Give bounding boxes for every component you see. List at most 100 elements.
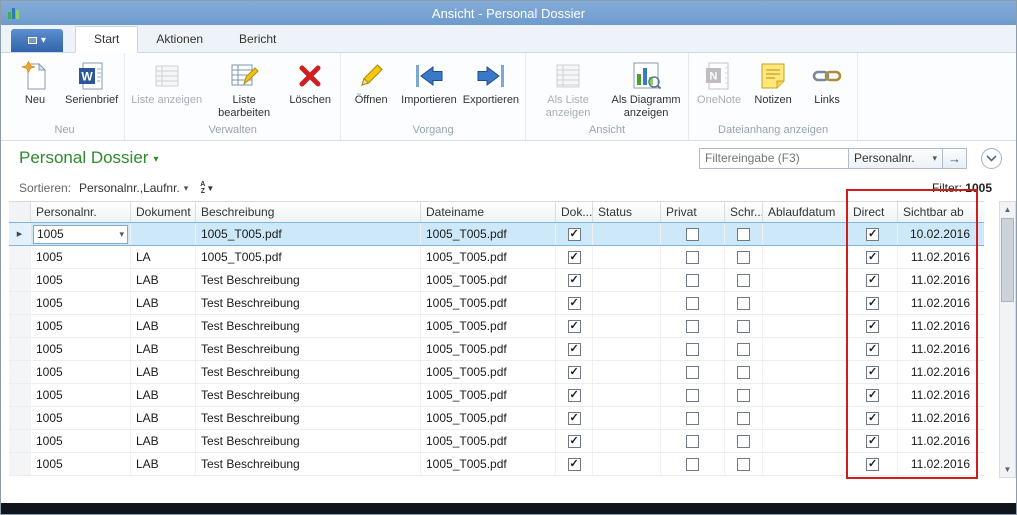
row-selector[interactable] <box>9 292 31 314</box>
privat-checkbox[interactable] <box>686 389 699 402</box>
row-selector[interactable] <box>9 384 31 406</box>
application-menu-button[interactable]: ▾ <box>11 29 63 52</box>
open-pencil-button[interactable]: Öffnen <box>344 57 398 107</box>
row-selector[interactable] <box>9 246 31 268</box>
schr-checkbox[interactable] <box>737 320 750 333</box>
table-row[interactable]: 1005LABTest Beschreibung1005_T005.pdf11.… <box>9 453 984 476</box>
schr-checkbox[interactable] <box>737 297 750 310</box>
row-selector-header[interactable] <box>9 202 31 222</box>
schr-checkbox[interactable] <box>737 343 750 356</box>
direct-checkbox[interactable] <box>866 320 879 333</box>
table-row[interactable]: 1005LABTest Beschreibung1005_T005.pdf11.… <box>9 338 984 361</box>
dok-checkbox[interactable] <box>568 228 581 241</box>
direct-checkbox[interactable] <box>866 458 879 471</box>
direct-checkbox[interactable] <box>866 228 879 241</box>
schr-checkbox[interactable] <box>737 435 750 448</box>
dok-checkbox[interactable] <box>568 251 581 264</box>
table-row[interactable]: 1005LABTest Beschreibung1005_T005.pdf11.… <box>9 292 984 315</box>
dok-checkbox[interactable] <box>568 435 581 448</box>
column-header[interactable]: Personalnr. <box>31 202 131 222</box>
personalnr-combobox[interactable]: 1005▾ <box>33 225 128 244</box>
privat-checkbox[interactable] <box>686 458 699 471</box>
table-row[interactable]: 1005LABTest Beschreibung1005_T005.pdf11.… <box>9 384 984 407</box>
privat-checkbox[interactable] <box>686 435 699 448</box>
row-selector[interactable] <box>9 315 31 337</box>
direct-checkbox[interactable] <box>866 435 879 448</box>
privat-checkbox[interactable] <box>686 297 699 310</box>
dok-checkbox[interactable] <box>568 274 581 287</box>
row-selector[interactable] <box>9 407 31 429</box>
direct-checkbox[interactable] <box>866 297 879 310</box>
sort-az-icon[interactable]: AZ ▼ <box>200 181 214 195</box>
export-arrow-button[interactable]: Exportieren <box>460 57 522 107</box>
table-row[interactable]: 1005LA1005_T005.pdf1005_T005.pdf11.02.20… <box>9 246 984 269</box>
privat-checkbox[interactable] <box>686 412 699 425</box>
direct-checkbox[interactable] <box>866 251 879 264</box>
privat-checkbox[interactable] <box>686 366 699 379</box>
schr-checkbox[interactable] <box>737 228 750 241</box>
tab-start[interactable]: Start <box>75 26 138 53</box>
dok-checkbox[interactable] <box>568 366 581 379</box>
dok-checkbox[interactable] <box>568 343 581 356</box>
schr-checkbox[interactable] <box>737 274 750 287</box>
tab-aktionen[interactable]: Aktionen <box>138 27 221 52</box>
table-row[interactable]: 1005LABTest Beschreibung1005_T005.pdf11.… <box>9 407 984 430</box>
column-header[interactable]: Schr... <box>725 202 763 222</box>
import-arrow-button[interactable]: Importieren <box>398 57 460 107</box>
apply-filter-button[interactable]: → <box>943 148 967 169</box>
dok-checkbox[interactable] <box>568 412 581 425</box>
column-header[interactable]: Sichtbar ab <box>898 202 978 222</box>
row-selector[interactable] <box>9 430 31 452</box>
scroll-up-icon[interactable]: ▲ <box>1000 202 1015 217</box>
table-row[interactable]: 1005LABTest Beschreibung1005_T005.pdf11.… <box>9 315 984 338</box>
column-header[interactable]: Privat <box>661 202 725 222</box>
column-header[interactable]: Beschreibung <box>196 202 421 222</box>
privat-checkbox[interactable] <box>686 320 699 333</box>
schr-checkbox[interactable] <box>737 251 750 264</box>
row-selector[interactable] <box>9 269 31 291</box>
column-header[interactable]: Dokument ... <box>131 202 196 222</box>
privat-checkbox[interactable] <box>686 274 699 287</box>
table-row[interactable]: ▶1005▾1005_T005.pdf1005_T005.pdf10.02.20… <box>9 222 984 246</box>
column-header[interactable]: Dateiname <box>421 202 556 222</box>
sort-field-dropdown[interactable]: Personalnr.,Laufnr. ▾ <box>79 181 188 195</box>
table-row[interactable]: 1005LABTest Beschreibung1005_T005.pdf11.… <box>9 361 984 384</box>
vertical-scrollbar[interactable]: ▲ ▼ <box>999 201 1016 478</box>
dok-checkbox[interactable] <box>568 458 581 471</box>
word-mailmerge-button[interactable]: WSerienbrief <box>62 57 121 107</box>
column-header[interactable]: Status <box>593 202 661 222</box>
column-header[interactable]: Direct <box>848 202 898 222</box>
dok-checkbox[interactable] <box>568 297 581 310</box>
row-selector[interactable] <box>9 338 31 360</box>
row-selector[interactable]: ▶ <box>9 223 31 245</box>
schr-checkbox[interactable] <box>737 412 750 425</box>
delete-button[interactable]: Löschen <box>283 57 337 107</box>
expand-header-button[interactable] <box>981 148 1002 169</box>
edit-list-button[interactable]: Liste bearbeiten <box>205 57 283 119</box>
dok-checkbox[interactable] <box>568 389 581 402</box>
scroll-down-icon[interactable]: ▼ <box>1000 462 1015 477</box>
chart-button[interactable]: Als Diagramm anzeigen <box>607 57 685 119</box>
privat-checkbox[interactable] <box>686 251 699 264</box>
direct-checkbox[interactable] <box>866 343 879 356</box>
filter-input[interactable] <box>699 148 849 169</box>
dok-checkbox[interactable] <box>568 320 581 333</box>
tab-bericht[interactable]: Bericht <box>221 27 294 52</box>
row-selector[interactable] <box>9 361 31 383</box>
schr-checkbox[interactable] <box>737 389 750 402</box>
schr-checkbox[interactable] <box>737 458 750 471</box>
privat-checkbox[interactable] <box>686 343 699 356</box>
direct-checkbox[interactable] <box>866 412 879 425</box>
new-document-button[interactable]: Neu <box>8 57 62 107</box>
page-title[interactable]: Personal Dossier ▾ <box>19 148 158 168</box>
row-selector[interactable] <box>9 453 31 475</box>
table-row[interactable]: 1005LABTest Beschreibung1005_T005.pdf11.… <box>9 430 984 453</box>
privat-checkbox[interactable] <box>686 228 699 241</box>
notes-button[interactable]: Notizen <box>746 57 800 107</box>
links-button[interactable]: Links <box>800 57 854 107</box>
column-header[interactable]: Ablaufdatum <box>763 202 848 222</box>
direct-checkbox[interactable] <box>866 366 879 379</box>
scrollbar-thumb[interactable] <box>1001 218 1014 302</box>
column-header[interactable]: Dok... <box>556 202 593 222</box>
direct-checkbox[interactable] <box>866 274 879 287</box>
